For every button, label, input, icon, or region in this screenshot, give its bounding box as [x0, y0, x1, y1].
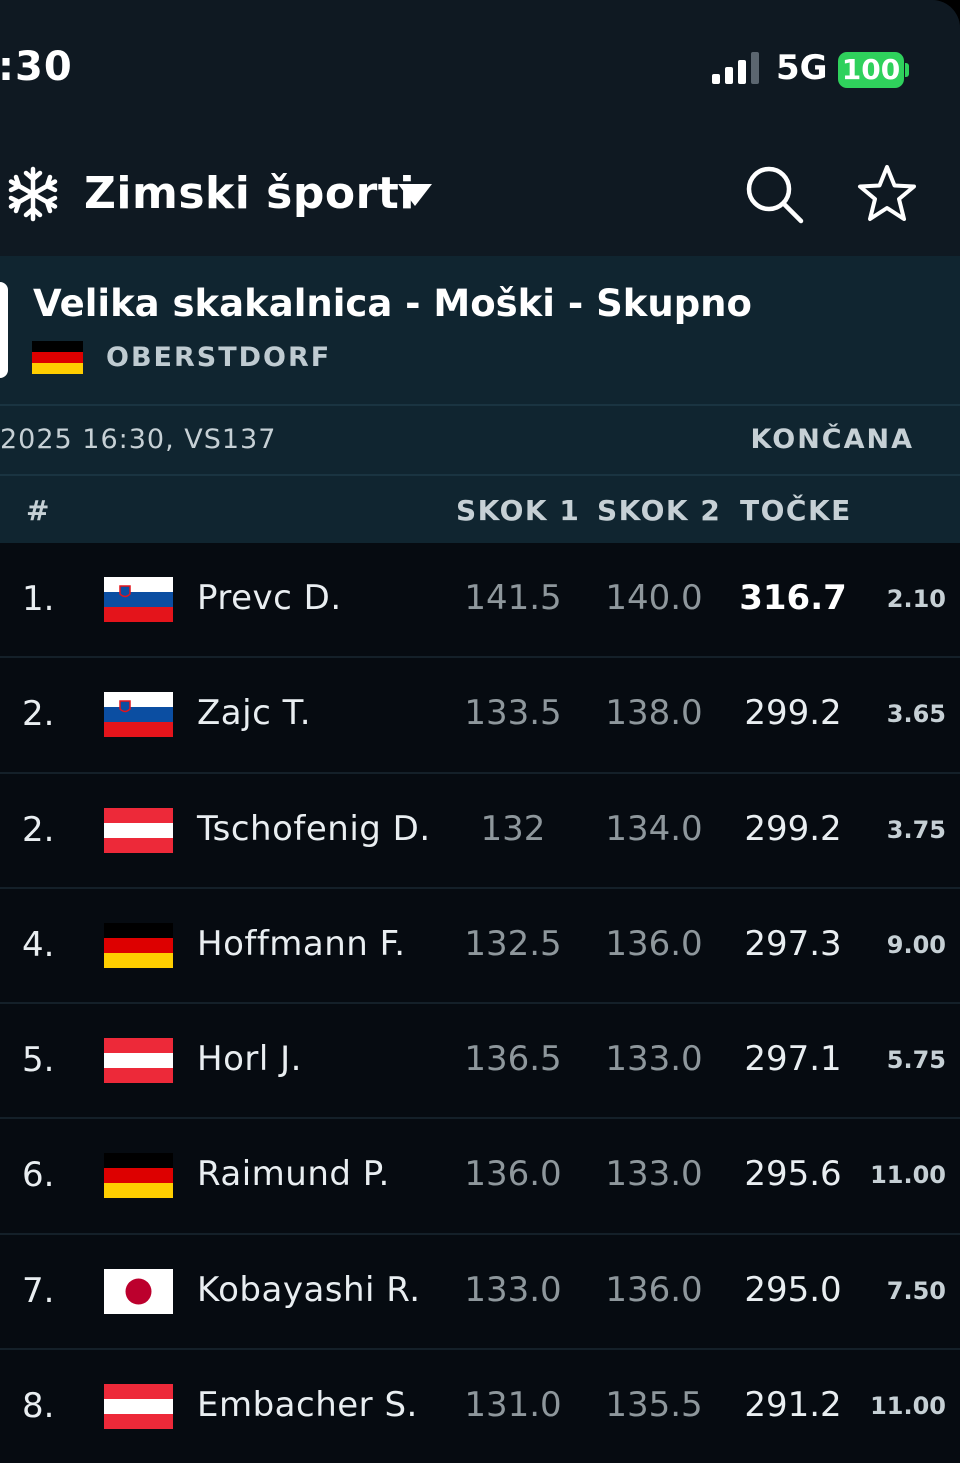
row-jump1: 131.0: [464, 1385, 562, 1426]
row-points: 299.2: [744, 693, 842, 734]
event-tab-handle[interactable]: [0, 282, 8, 378]
row-jump2: 138.0: [605, 693, 703, 734]
row-jump2: 134.0: [605, 808, 703, 849]
row-rank: 7.: [22, 1270, 55, 1311]
flag-austria-icon: [104, 807, 173, 853]
row-points: 297.1: [744, 1039, 842, 1080]
header-jump1: SKOK 1: [456, 494, 581, 527]
results-list: 1. Prevc D. 141.5 140.0 316.7 2.10 2. Za…: [0, 543, 960, 1463]
row-points: 299.2: [744, 808, 842, 849]
chevron-down-icon[interactable]: [398, 182, 432, 208]
row-extra: 9.00: [886, 930, 946, 959]
row-jump2: 136.0: [605, 1269, 703, 1310]
row-jump1: 132: [480, 808, 546, 849]
signal-icon: [712, 52, 759, 84]
table-row[interactable]: 5. Horl J. 136.5 133.0 297.1 5.75: [0, 1004, 960, 1120]
status-time: :30: [0, 44, 73, 90]
status-bar: :30 5G 100: [0, 0, 960, 130]
row-points: 295.0: [744, 1269, 842, 1310]
row-name: Zajc T.: [197, 693, 312, 734]
row-jump1: 136.0: [464, 1154, 562, 1195]
event-meta: 2025 16:30, VS137 KONČANA: [0, 404, 960, 474]
row-rank: 2.: [22, 809, 55, 850]
table-row[interactable]: 2. Zajc T. 133.5 138.0 299.2 3.65: [0, 658, 960, 774]
battery-tip: [905, 63, 909, 77]
table-row[interactable]: 2. Tschofenig D. 132 134.0 299.2 3.75: [0, 773, 960, 889]
table-header: # SKOK 1 SKOK 2 TOČKE: [0, 474, 960, 543]
table-row[interactable]: 6. Raimund P. 136.0 133.0 295.6 11.00: [0, 1119, 960, 1235]
row-jump1: 133.5: [464, 693, 562, 734]
snowflake-icon: [8, 166, 58, 222]
row-name: Tschofenig D.: [197, 808, 431, 849]
network-type: 5G: [776, 48, 828, 88]
row-rank: 8.: [22, 1386, 55, 1427]
table-row[interactable]: 8. Embacher S. 131.0 135.5 291.2 11.00: [0, 1350, 960, 1463]
row-name: Kobayashi R.: [197, 1269, 421, 1310]
battery-level: 100: [838, 52, 904, 88]
row-jump2: 140.0: [605, 578, 703, 618]
flag-austria-icon: [104, 1384, 173, 1430]
row-jump2: 133.0: [605, 1039, 703, 1080]
row-rank: 6.: [22, 1155, 55, 1196]
row-jump1: 132.5: [464, 923, 562, 964]
row-extra: 5.75: [886, 1046, 946, 1075]
event-venue: OBERSTDORF: [106, 342, 332, 373]
table-row[interactable]: 7. Kobayashi R. 133.0 136.0 295.0 7.50: [0, 1234, 960, 1351]
flag-austria-icon: [104, 1038, 173, 1084]
event-datetime: 2025 16:30, VS137: [0, 424, 277, 455]
flag-slovenia-icon: [104, 577, 173, 622]
row-rank: 4.: [22, 924, 55, 965]
row-points: 316.7: [739, 578, 847, 618]
row-name: Horl J.: [197, 1039, 302, 1080]
event-header: Velika skakalnica - Moški - Skupno OBERS…: [0, 256, 960, 404]
row-jump1: 133.0: [464, 1269, 562, 1310]
sport-selector-title[interactable]: Zimski športi: [84, 168, 415, 219]
star-icon[interactable]: [856, 164, 918, 224]
row-name: Embacher S.: [197, 1385, 418, 1426]
flag-slovenia-icon: [104, 692, 173, 738]
row-extra: 11.00: [870, 1161, 946, 1190]
event-status: KONČANA: [750, 424, 914, 455]
flag-japan-icon: [104, 1268, 173, 1314]
row-extra: 3.65: [886, 700, 946, 729]
flag-germany-icon: [104, 1153, 173, 1199]
row-points: 295.6: [744, 1154, 842, 1195]
app-screen: :30 5G 100 Zimski športi Velika skakalni…: [0, 0, 960, 1463]
row-extra: 3.75: [886, 815, 946, 844]
row-extra: 2.10: [886, 585, 946, 613]
row-points: 297.3: [744, 923, 842, 964]
row-name: Raimund P.: [197, 1154, 390, 1195]
row-name: Hoffmann F.: [197, 923, 406, 964]
search-icon[interactable]: [744, 164, 804, 224]
row-extra: 7.50: [886, 1276, 946, 1305]
row-extra: 11.00: [870, 1392, 946, 1421]
row-jump1: 136.5: [464, 1039, 562, 1080]
row-jump2: 133.0: [605, 1154, 703, 1195]
table-row[interactable]: 4. Hoffmann F. 132.5 136.0 297.3 9.00: [0, 888, 960, 1005]
row-jump1: 141.5: [464, 578, 562, 618]
row-rank: 5.: [22, 1040, 55, 1081]
row-jump2: 136.0: [605, 923, 703, 964]
row-name: Prevc D.: [197, 578, 342, 618]
table-row[interactable]: 1. Prevc D. 141.5 140.0 316.7 2.10: [0, 543, 960, 659]
header-points: TOČKE: [740, 494, 852, 527]
header-jump2: SKOK 2: [597, 494, 722, 527]
row-rank: 1.: [22, 579, 55, 619]
row-jump2: 135.5: [605, 1385, 703, 1426]
flag-germany-icon: [104, 922, 173, 968]
flag-germany-icon: [32, 341, 83, 374]
row-points: 291.2: [744, 1385, 842, 1426]
event-title: Velika skakalnica - Moški - Skupno: [33, 282, 752, 325]
app-header: Zimski športi: [0, 130, 960, 256]
row-rank: 2.: [22, 694, 55, 735]
header-rank: #: [26, 494, 51, 527]
